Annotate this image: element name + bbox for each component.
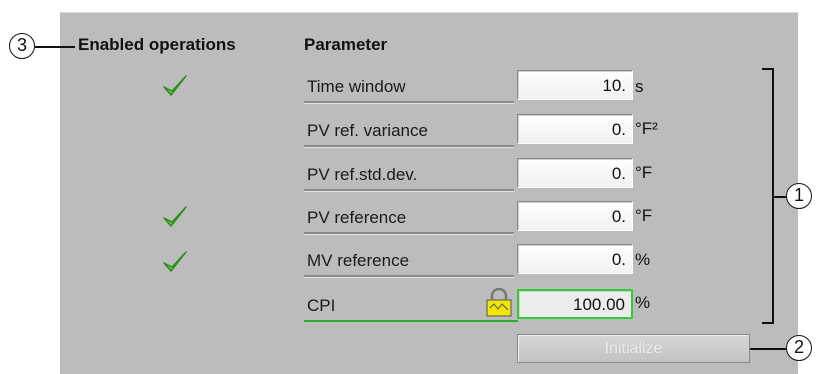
pv-reference-field[interactable]: 0. [517,201,633,231]
param-row-pv-ref-std-dev: PV ref.std.dev. 0. °F [0,158,817,198]
param-unit: % [635,250,651,269]
param-row-pv-ref-variance: PV ref. variance 0. °F² [0,114,817,154]
param-label: PV ref.std.dev. [307,165,418,184]
param-row-cpi: CPI 100.00 % [0,287,817,327]
label-underline [304,275,514,277]
label-underline [304,232,514,234]
check-icon [163,75,187,96]
param-unit: s [635,77,644,96]
label-underline [304,189,514,191]
pv-ref-variance-field[interactable]: 0. [517,114,633,144]
param-label: MV reference [307,251,410,270]
callout-2: 2 [786,335,812,361]
callout-1-bracket [762,68,774,324]
check-icon [163,251,187,272]
param-row-mv-reference: MV reference 0. % [0,244,817,284]
cpi-field: 100.00 [517,289,633,319]
parameter-header: Parameter [304,35,388,54]
callout-3: 3 [9,33,35,59]
param-label: Time window [307,77,406,96]
callout-1: 1 [786,183,812,209]
label-underline [304,320,518,322]
label-underline [304,145,514,147]
param-label: PV ref. variance [307,121,428,140]
time-window-field[interactable]: 10. [517,70,633,100]
param-row-time-window: Time window 10. s [0,70,817,110]
mv-reference-field[interactable]: 0. [517,244,633,274]
param-unit: % [635,293,651,312]
param-unit: °F [635,163,653,182]
param-unit: °F² [635,119,658,138]
check-icon [163,206,187,227]
lock-icon [486,288,512,317]
param-row-pv-reference: PV reference 0. °F [0,201,817,241]
callout-2-leader [750,348,786,350]
callout-3-leader [35,46,75,48]
param-unit: °F [635,206,653,225]
enabled-operations-header: Enabled operations [78,35,236,54]
param-label: PV reference [307,208,407,227]
label-underline [304,101,514,103]
pv-ref-std-dev-field[interactable]: 0. [517,158,633,188]
initialize-button[interactable]: Initialize [517,334,750,363]
callout-1-leader [774,196,786,198]
param-label: CPI [307,296,336,315]
